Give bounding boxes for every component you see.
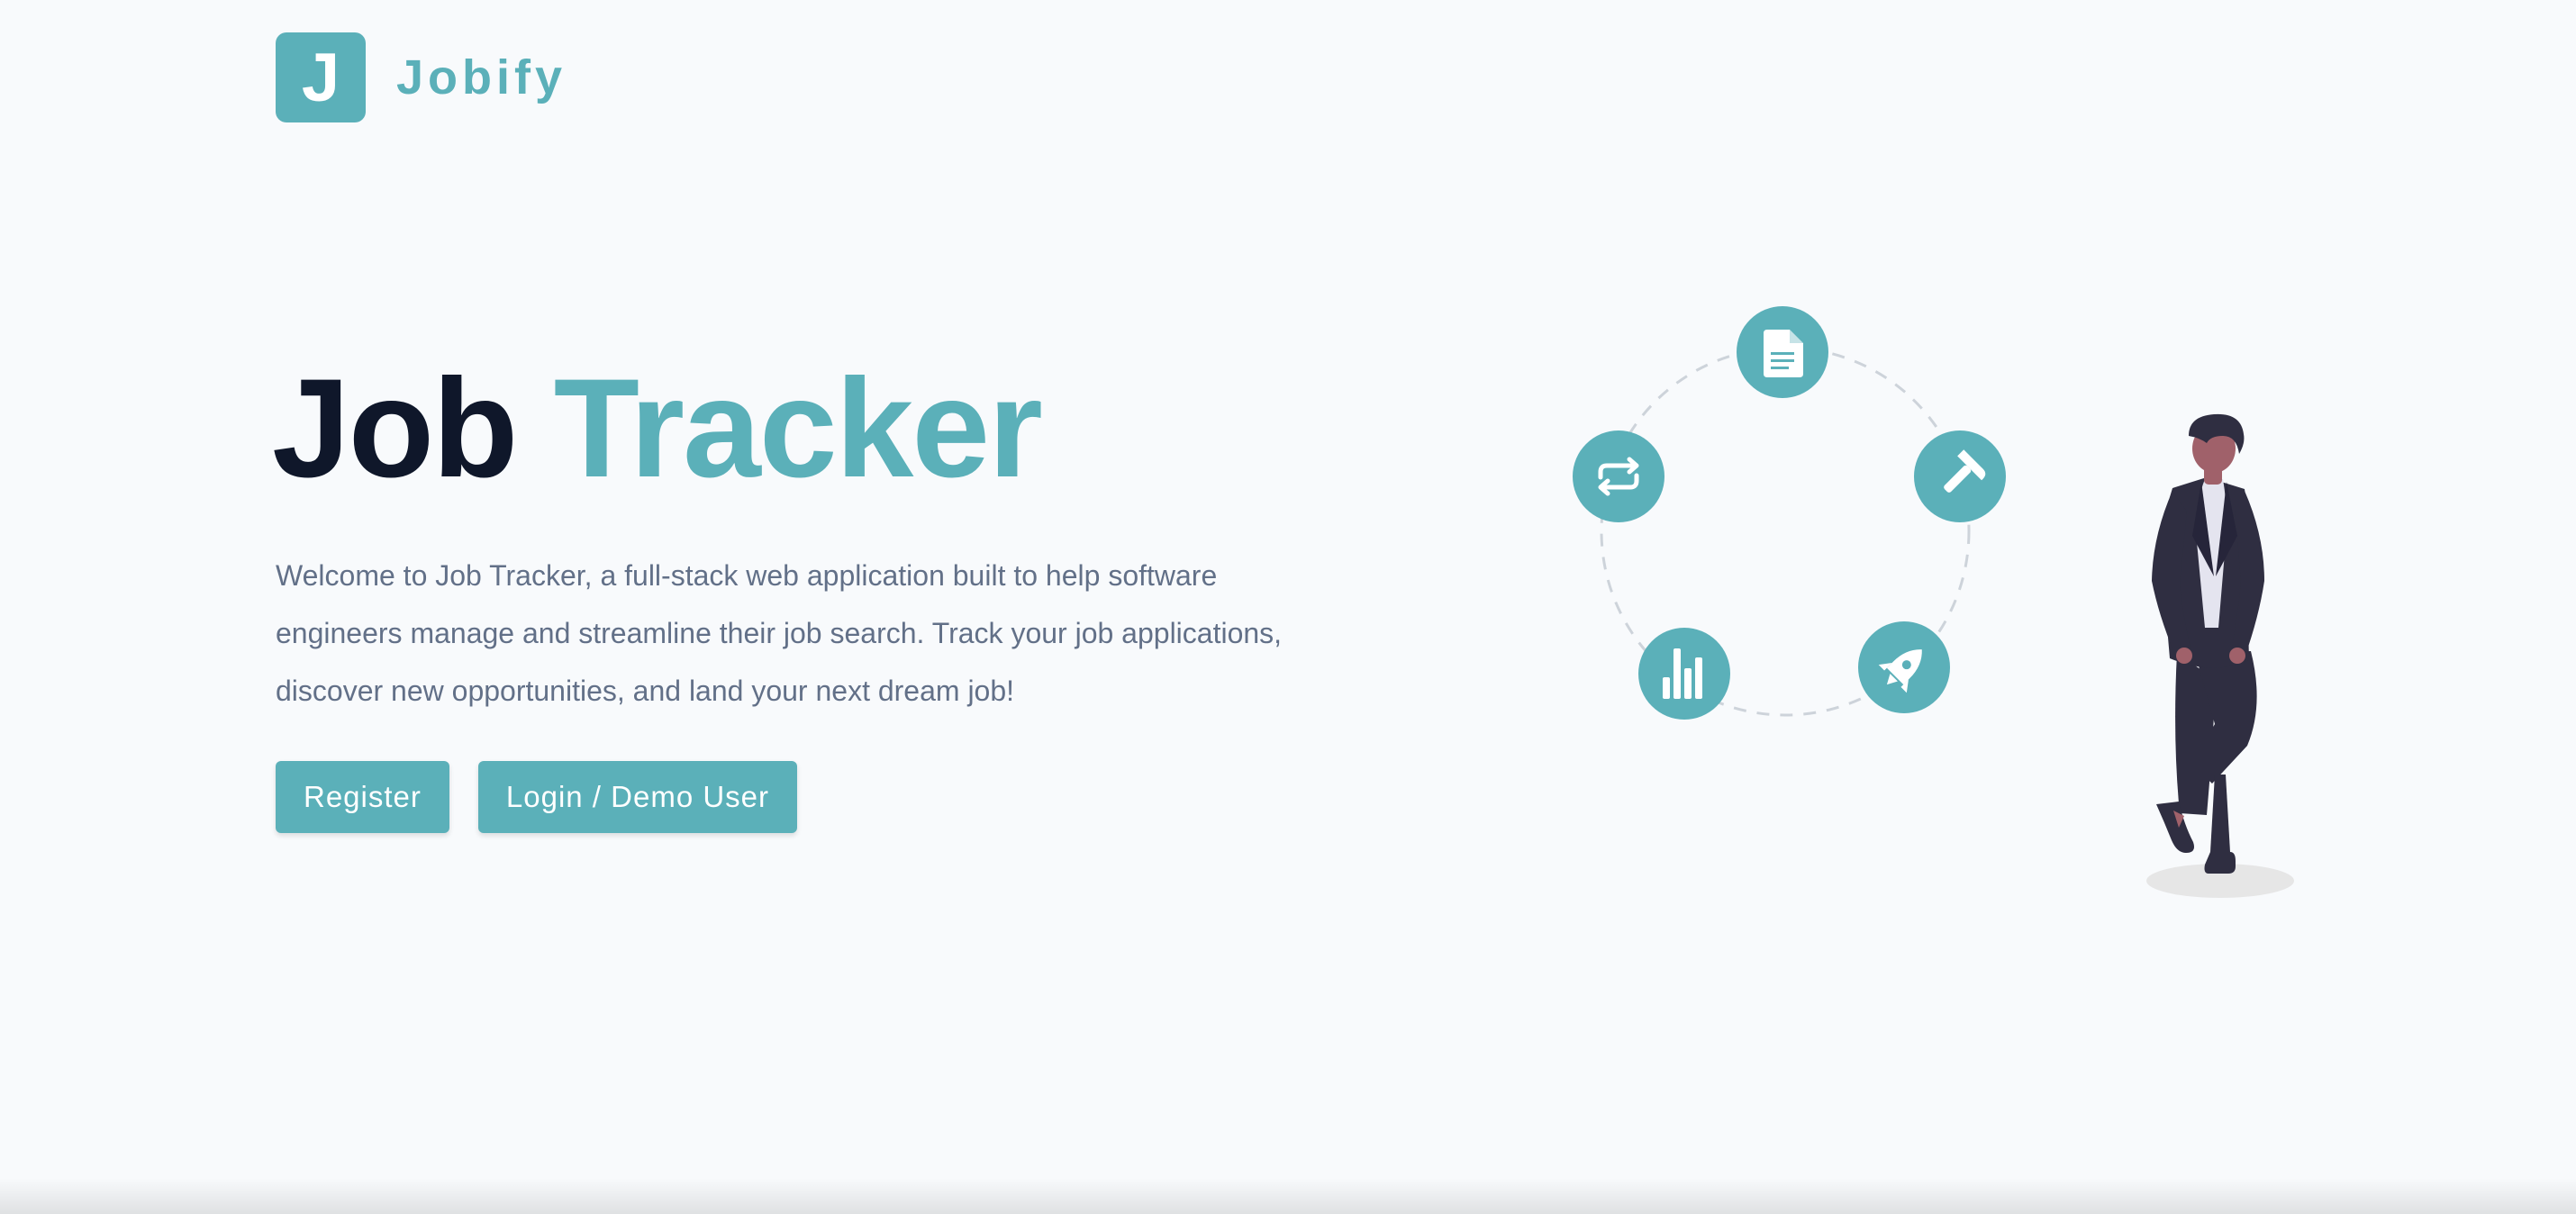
brand-name: Jobify [396, 50, 567, 104]
login-demo-button[interactable]: Login / Demo User [477, 761, 798, 833]
bar-chart-icon [1638, 628, 1730, 720]
document-icon [1737, 306, 1828, 398]
bottom-shadow [0, 1178, 2576, 1214]
person-illustration [2146, 413, 2294, 898]
rocket-icon [1858, 621, 1950, 713]
title-part-1: Job [272, 350, 518, 507]
hammer-icon [1914, 430, 2006, 522]
page-title: Job Tracker [272, 358, 1043, 499]
logo-mark: J [276, 32, 366, 122]
register-button[interactable]: Register [276, 761, 449, 833]
title-part-2: Tracker [553, 350, 1043, 507]
hero-actions: Register Login / Demo User [276, 761, 826, 833]
brand-logo[interactable]: J Jobify [276, 32, 567, 122]
hero-description: Welcome to Job Tracker, a full-stack web… [276, 559, 1283, 707]
repeat-icon [1573, 430, 1664, 522]
